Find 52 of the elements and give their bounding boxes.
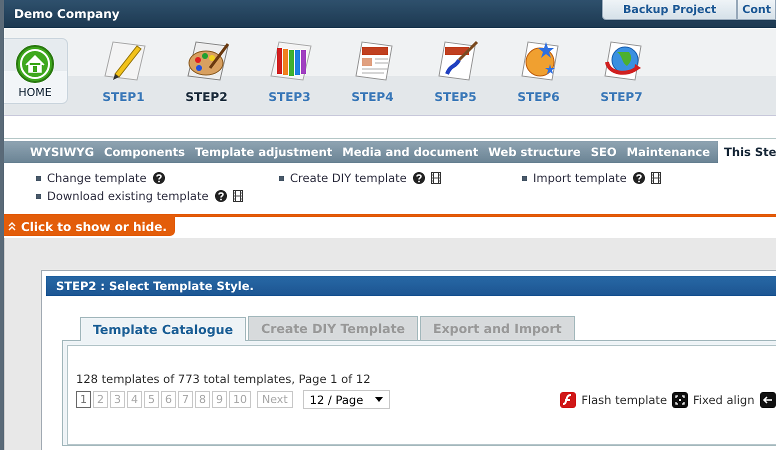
menu-tab[interactable]: WYSIWYG (25, 141, 100, 163)
bullet-icon (36, 176, 41, 180)
step-tab[interactable]: STEP4 (331, 38, 414, 104)
per-page-dropdown[interactable]: 12 / Page (302, 390, 390, 409)
menu-tab[interactable]: Template adjustment (190, 141, 338, 163)
step-tab[interactable]: STEP3 (248, 38, 331, 104)
page-link[interactable]: 10 (229, 391, 251, 408)
page-link[interactable]: 2 (93, 391, 108, 408)
dropdown-caret-icon (375, 397, 384, 402)
step-tab[interactable]: STEP1 (82, 38, 165, 104)
double-chevron-icon (8, 222, 16, 231)
next-button[interactable]: Next (257, 391, 293, 408)
fixed-align-icon (672, 392, 688, 408)
link[interactable]: Import template (533, 171, 627, 185)
page-link[interactable]: 9 (212, 391, 227, 408)
menu-tab[interactable]: Maintenance (622, 141, 716, 163)
page-link[interactable]: 7 (178, 391, 193, 408)
step-tab[interactable]: STEP2 (165, 38, 248, 104)
menu-tab[interactable]: Media and document (337, 141, 484, 163)
page-link[interactable]: 5 (144, 391, 159, 408)
result-summary: 128 templates of 773 total templates, Page 1 of 12 (76, 372, 372, 386)
home-button[interactable]: HOME (4, 38, 68, 104)
menu-tab[interactable]: Components (99, 141, 190, 163)
step-tab[interactable]: STEP7 (580, 38, 663, 104)
panel-tab[interactable]: Create DIY Template (248, 316, 418, 340)
panel-title: STEP2 : Select Template Style. (46, 276, 776, 296)
page-link[interactable]: 6 (161, 391, 176, 408)
page-link[interactable]: 1 (76, 391, 91, 408)
page-link[interactable]: 4 (127, 391, 142, 408)
bullet-icon (279, 176, 284, 180)
home-icon (15, 44, 55, 84)
bullet-icon (522, 176, 527, 180)
flash-icon (560, 392, 576, 408)
panel-tab[interactable]: Template Catalogue (80, 317, 246, 341)
link[interactable]: Change template (47, 171, 147, 185)
step-tab[interactable]: STEP5 (414, 38, 497, 104)
header-tab[interactable]: Backup Project (602, 0, 738, 20)
link[interactable]: Download existing template (47, 189, 209, 203)
legend-label: Fixed align (693, 392, 755, 406)
menu-tab[interactable]: Web structure (483, 141, 586, 163)
legend-label: Flash template (581, 392, 668, 406)
panel-tab[interactable]: Export and Import (420, 316, 575, 340)
company-name: Demo Company (14, 7, 120, 21)
menu-tab[interactable]: This Ste (718, 141, 776, 163)
menu-tab[interactable]: SEO (586, 141, 622, 163)
page-link[interactable]: 8 (195, 391, 210, 408)
page-link[interactable]: 3 (110, 391, 125, 408)
bullet-icon (36, 194, 41, 198)
step-tab[interactable]: STEP6 (497, 38, 580, 104)
toggle-button[interactable]: Click to show or hide. (4, 217, 175, 236)
header-tab[interactable]: Cont (737, 0, 776, 20)
link[interactable]: Create DIY template (290, 171, 407, 185)
